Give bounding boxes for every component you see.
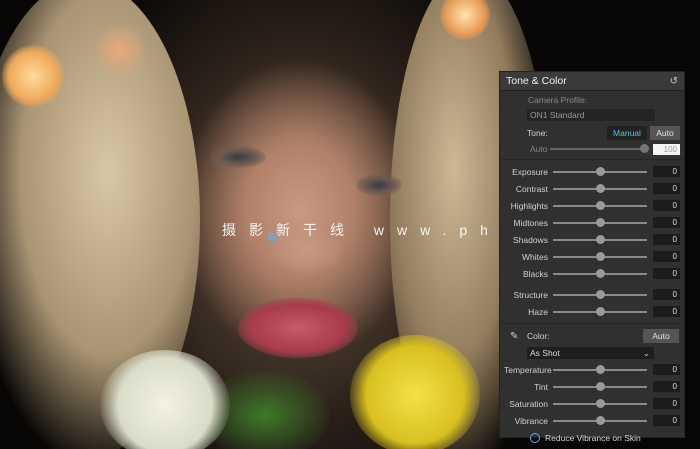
left-eye (210, 146, 266, 168)
tone-sliders: Exposure 0 Contrast 0 Highlights 0 Midtones 0 Sh… (500, 163, 684, 282)
bokeh-light (95, 20, 145, 80)
slider-label: Midtones (513, 217, 549, 228)
slider-label: Temperature (504, 364, 552, 375)
slider-knob[interactable] (596, 268, 605, 278)
slider-label: Vibrance (514, 415, 548, 426)
slider-value[interactable]: 0 (653, 183, 680, 194)
slider-label: Contrast (515, 183, 548, 194)
lips (238, 298, 358, 358)
slider-knob[interactable] (596, 364, 605, 374)
auto-amount-slider[interactable] (550, 144, 649, 153)
slider-knob[interactable] (596, 200, 605, 210)
slider-knob[interactable] (596, 381, 605, 391)
slider-row-blacks[interactable]: Blacks 0 (500, 265, 684, 282)
slider-value[interactable]: 0 (653, 166, 680, 177)
white-balance-value: As Shot (530, 348, 560, 358)
chevron-down-icon: ⌄ (642, 348, 650, 358)
slider-knob[interactable] (640, 144, 649, 153)
slider-track[interactable] (553, 217, 647, 227)
slider-knob[interactable] (596, 398, 605, 408)
slider-row-whites[interactable]: Whites 0 (500, 248, 684, 265)
slider-track[interactable] (553, 415, 647, 425)
slider-label: Blacks (522, 268, 548, 279)
bokeh-light (2, 45, 64, 107)
slider-row-haze[interactable]: Haze 0 (500, 303, 684, 320)
slider-track[interactable] (553, 306, 647, 316)
panel-title: Tone & Color (506, 75, 567, 87)
slider-value[interactable]: 0 (653, 364, 680, 375)
yellow-flower (350, 335, 480, 449)
slider-value[interactable]: 0 (653, 200, 680, 211)
tone-color-panel: Tone & Color ↺ Camera Profile: ON1 Stand… (500, 72, 684, 443)
slider-track[interactable] (553, 289, 647, 299)
divider (500, 159, 684, 160)
slider-track[interactable] (553, 200, 647, 210)
right-eye (356, 174, 402, 196)
slider-knob[interactable] (596, 217, 605, 227)
slider-label: Tint (534, 381, 548, 392)
tone-manual-button[interactable]: Manual (607, 126, 647, 140)
slider-row-contrast[interactable]: Contrast 0 (500, 180, 684, 197)
reduce-vibrance-label: Reduce Vibrance on Skin (545, 433, 641, 443)
slider-label: Haze (528, 306, 548, 317)
slider-row-shadows[interactable]: Shadows 0 (500, 231, 684, 248)
slider-knob[interactable] (596, 183, 605, 193)
slider-value[interactable]: 0 (653, 217, 680, 228)
auto-amount-label: Auto (530, 144, 548, 154)
slider-row-midtones[interactable]: Midtones 0 (500, 214, 684, 231)
slider-track[interactable] (553, 268, 647, 278)
detail-sliders: Structure 0 Haze 0 (500, 286, 684, 320)
slider-track[interactable] (553, 364, 647, 374)
slider-row-exposure[interactable]: Exposure 0 (500, 163, 684, 180)
camera-profile-label: Camera Profile: (528, 95, 588, 105)
eyedropper-icon[interactable]: ✎ (510, 331, 522, 342)
slider-row-tint[interactable]: Tint 0 (500, 378, 684, 395)
white-flower (100, 350, 230, 449)
slider-value[interactable]: 0 (653, 306, 680, 317)
color-auto-button[interactable]: Auto (643, 329, 679, 343)
slider-track[interactable] (553, 166, 647, 176)
slider-row-saturation[interactable]: Saturation 0 (500, 395, 684, 412)
slider-label: Structure (513, 289, 549, 300)
slider-value[interactable]: 0 (653, 268, 680, 279)
slider-value[interactable]: 0 (653, 234, 680, 245)
slider-row-vibrance[interactable]: Vibrance 0 (500, 412, 684, 429)
color-label: Color: (527, 331, 550, 341)
slider-label: Exposure (512, 166, 548, 177)
slider-value[interactable]: 0 (653, 251, 680, 262)
color-sliders: Temperature 0 Tint 0 Saturation 0 Vibrance 0 (500, 361, 684, 429)
slider-knob[interactable] (596, 289, 605, 299)
slider-track[interactable] (553, 234, 647, 244)
reduce-vibrance-checkbox[interactable] (530, 433, 540, 443)
slider-track[interactable] (553, 381, 647, 391)
auto-amount-value[interactable]: 100 (653, 143, 680, 155)
panel-header: Tone & Color ↺ (500, 72, 684, 91)
slider-knob[interactable] (596, 234, 605, 244)
slider-value[interactable]: 0 (653, 381, 680, 392)
tone-label: Tone: (527, 128, 548, 138)
slider-knob[interactable] (596, 251, 605, 261)
slider-row-structure[interactable]: Structure 0 (500, 286, 684, 303)
slider-knob[interactable] (596, 306, 605, 316)
white-balance-select[interactable]: As Shot ⌄ (527, 347, 654, 359)
slider-knob[interactable] (596, 415, 605, 425)
slider-knob[interactable] (596, 166, 605, 176)
slider-track[interactable] (553, 398, 647, 408)
camera-profile-select[interactable]: ON1 Standard (527, 109, 655, 121)
slider-value[interactable]: 0 (653, 289, 680, 300)
slider-track[interactable] (553, 183, 647, 193)
slider-row-temperature[interactable]: Temperature 0 (500, 361, 684, 378)
slider-label: Highlights (510, 200, 548, 211)
slider-label: Saturation (509, 398, 548, 409)
divider (500, 323, 684, 324)
slider-value[interactable]: 0 (653, 398, 680, 409)
slider-value[interactable]: 0 (653, 415, 680, 426)
slider-label: Whites (522, 251, 548, 262)
tone-auto-button[interactable]: Auto (650, 126, 680, 140)
slider-row-highlights[interactable]: Highlights 0 (500, 197, 684, 214)
reset-icon[interactable]: ↺ (670, 76, 678, 87)
slider-label: Shadows (513, 234, 548, 245)
slider-track[interactable] (553, 251, 647, 261)
